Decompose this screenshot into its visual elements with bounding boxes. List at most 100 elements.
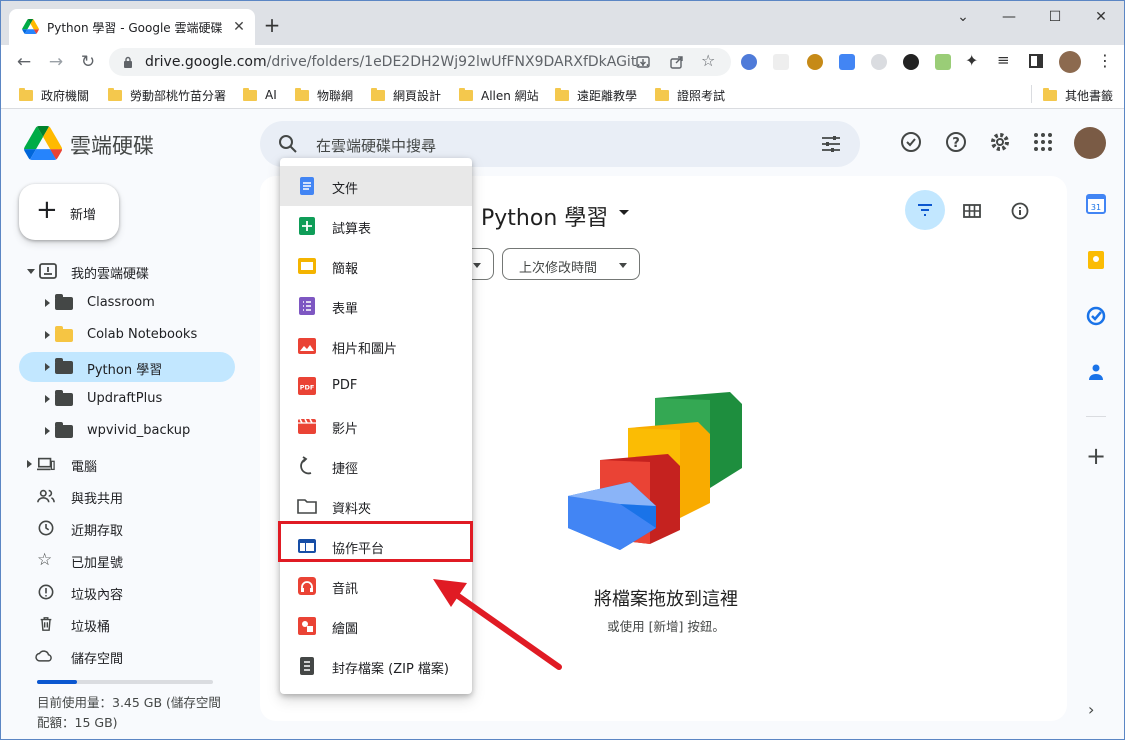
share-icon[interactable]	[670, 55, 684, 69]
collapse-caret-icon[interactable]	[27, 269, 35, 274]
expand-caret-icon[interactable]	[45, 395, 50, 403]
menu-item-slides[interactable]: 簡報	[280, 246, 472, 286]
menu-item-pdf[interactable]: PDF PDF	[280, 366, 472, 406]
drive-logo-text[interactable]: 雲端硬碟	[70, 130, 154, 160]
folder-title[interactable]: Python 學習	[481, 200, 608, 232]
browser-menu-icon[interactable]: ⋮	[1097, 51, 1113, 70]
extension-no-ads-icon[interactable]	[773, 54, 789, 70]
menu-item-folder[interactable]: 資料夾	[280, 486, 472, 526]
minimize-icon[interactable]: —	[999, 9, 1019, 25]
browser-tab[interactable]: Python 學習 - Google 雲端硬碟 ✕	[9, 9, 255, 45]
menu-item-photos[interactable]: 相片和圖片	[280, 326, 472, 366]
bookmark-folder[interactable]: 證照考試	[655, 87, 725, 103]
search-icon[interactable]	[278, 134, 298, 154]
menu-item-video[interactable]: 影片	[280, 406, 472, 446]
expand-caret-icon[interactable]	[45, 331, 50, 339]
bookmark-folder[interactable]: 物聯網	[295, 87, 353, 103]
filter-chip-modified[interactable]: 上次修改時間	[502, 248, 640, 280]
install-app-icon[interactable]	[636, 55, 650, 69]
nav-recent[interactable]: 近期存取	[19, 513, 235, 543]
bookmark-folder[interactable]: 遠距離教學	[555, 87, 637, 103]
sidebar-folder-colab[interactable]: Colab Notebooks	[19, 320, 235, 350]
expand-caret-icon[interactable]	[27, 460, 32, 468]
menu-item-shortcut[interactable]: 捷徑	[280, 446, 472, 486]
other-bookmarks[interactable]: 其他書籤	[1043, 87, 1113, 103]
tasks-icon[interactable]	[1086, 306, 1106, 326]
help-icon[interactable]: ?	[944, 130, 968, 154]
folder-icon	[1043, 87, 1057, 101]
filter-icon	[918, 204, 932, 216]
details-info-icon[interactable]	[1011, 202, 1029, 220]
extension-3-icon[interactable]	[807, 54, 823, 70]
keep-icon[interactable]	[1086, 250, 1106, 270]
sidebar-folder-classroom[interactable]: Classroom	[19, 288, 235, 318]
menu-item-forms[interactable]: 表單	[280, 286, 472, 326]
search-input[interactable]: 在雲端硬碟中搜尋	[316, 135, 436, 156]
maximize-icon[interactable]: ☐	[1045, 9, 1065, 25]
get-addons-plus-icon[interactable]: +	[1086, 444, 1106, 468]
nav-starred[interactable]: ☆ 已加星號	[19, 545, 235, 575]
bookmark-folder[interactable]: 政府機關	[19, 87, 89, 103]
sidebar-folder-python[interactable]: Python 學習	[19, 352, 235, 382]
computer-icon	[37, 457, 55, 471]
bookmark-star-icon[interactable]: ☆	[701, 51, 715, 70]
bookmark-folder[interactable]: AI	[243, 87, 277, 103]
address-bar[interactable]: drive.google.com/drive/folders/1eDE2DH2W…	[109, 48, 731, 76]
extension-1-icon[interactable]	[741, 54, 757, 70]
sidebar-folder-updraftplus[interactable]: UpdraftPlus	[19, 384, 235, 414]
folder-icon	[55, 326, 73, 342]
nav-spam[interactable]: 垃圾內容	[19, 577, 235, 607]
folder-title-dropdown-icon[interactable]	[619, 210, 629, 215]
extensions-puzzle-icon[interactable]: ✦	[965, 51, 978, 70]
bookmark-folder[interactable]: Allen 網站	[459, 87, 539, 103]
nav-storage[interactable]: 儲存空間	[19, 641, 235, 671]
bookmark-folder[interactable]: 勞動部桃竹苗分署	[108, 87, 226, 103]
folder-icon	[19, 87, 33, 101]
new-tab-icon[interactable]: +	[261, 15, 283, 37]
menu-item-sheets[interactable]: 試算表	[280, 206, 472, 246]
nav-computers[interactable]: 電腦	[19, 449, 235, 479]
settings-gear-icon[interactable]	[988, 130, 1012, 154]
expand-caret-icon[interactable]	[45, 363, 50, 371]
search-options-icon[interactable]	[821, 135, 841, 153]
expand-caret-icon[interactable]	[45, 427, 50, 435]
side-panel-icon[interactable]	[1029, 54, 1043, 68]
account-avatar[interactable]	[1074, 127, 1106, 159]
extension-7-icon[interactable]	[935, 54, 951, 70]
drawings-icon	[298, 617, 316, 635]
show-side-panel-chevron-icon[interactable]: ›	[1088, 700, 1094, 719]
contacts-icon[interactable]	[1086, 362, 1106, 382]
reload-icon[interactable]: ↻	[77, 51, 99, 73]
apps-grid-icon[interactable]	[1031, 130, 1055, 154]
calendar-icon[interactable]: 31	[1086, 194, 1106, 214]
chatgpt-extension-icon[interactable]	[903, 54, 919, 70]
menu-item-docs[interactable]: 文件	[280, 166, 472, 206]
empty-folder-illustration	[568, 392, 742, 550]
tab-search-chevron-icon[interactable]: ⌄	[953, 9, 973, 25]
forward-icon[interactable]: →	[45, 51, 67, 73]
reading-list-icon[interactable]: ≡	[997, 51, 1010, 69]
nav-shared-with-me[interactable]: 與我共用	[19, 481, 235, 511]
nav-my-drive[interactable]: 我的雲端硬碟	[19, 256, 235, 286]
back-icon[interactable]: ←	[13, 51, 35, 73]
bookmark-folder[interactable]: 網頁設計	[371, 87, 441, 103]
star-icon: ☆	[37, 550, 53, 570]
sidebar-folder-wpvivid[interactable]: wpvivid_backup	[19, 416, 235, 446]
folder-icon	[295, 87, 309, 101]
filter-button[interactable]	[905, 190, 945, 230]
folder-icon	[55, 294, 73, 310]
drive-logo-icon[interactable]	[24, 126, 62, 160]
bookmarks-divider	[1031, 85, 1032, 103]
expand-caret-icon[interactable]	[45, 299, 50, 307]
grid-view-icon[interactable]	[963, 204, 981, 218]
window-close-icon[interactable]: ✕	[1091, 9, 1111, 25]
profile-avatar-icon[interactable]	[1059, 51, 1081, 73]
rail-divider	[1086, 416, 1106, 417]
close-tab-icon[interactable]: ✕	[231, 19, 247, 35]
extension-5-icon[interactable]	[871, 54, 887, 70]
nav-trash[interactable]: 垃圾桶	[19, 609, 235, 639]
new-button[interactable]: + 新增	[19, 184, 119, 240]
my-drive-icon	[39, 263, 57, 279]
translate-extension-icon[interactable]	[839, 54, 855, 70]
offline-status-icon[interactable]	[899, 130, 923, 154]
